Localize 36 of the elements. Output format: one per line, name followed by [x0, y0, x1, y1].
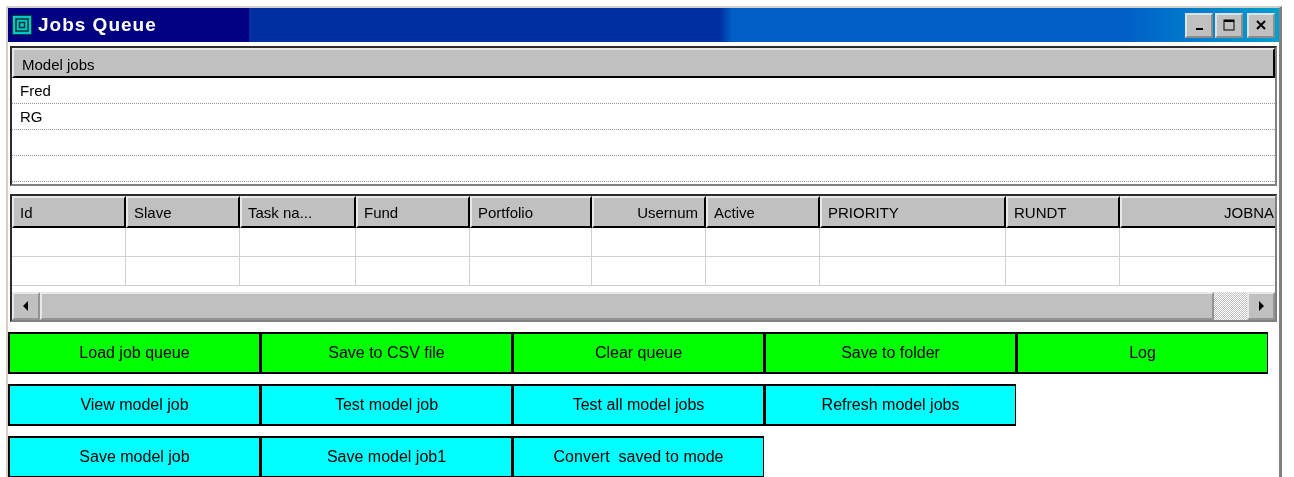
close-icon — [1255, 19, 1267, 31]
list-item[interactable]: RG — [20, 108, 43, 125]
column-header[interactable]: Slave — [126, 196, 240, 228]
minimize-icon — [1195, 28, 1203, 30]
scroll-right-button[interactable] — [1247, 292, 1275, 320]
app-icon — [12, 15, 32, 35]
action-button[interactable]: View model job — [8, 384, 260, 426]
action-button[interactable]: Load job queue — [8, 332, 260, 374]
column-header[interactable]: Usernum — [592, 196, 706, 228]
right-arrow-icon — [1257, 301, 1265, 311]
action-button[interactable]: Save model job — [8, 436, 260, 477]
action-button[interactable]: Save to folder — [764, 332, 1016, 374]
column-header[interactable]: PRIORITY — [820, 196, 1006, 228]
action-button[interactable]: Refresh model jobs — [764, 384, 1016, 426]
action-button[interactable]: Test model job — [260, 384, 512, 426]
column-header[interactable]: Portfolio — [470, 196, 592, 228]
action-button[interactable]: Save to CSV file — [260, 332, 512, 374]
column-header[interactable]: Model jobs — [12, 48, 1275, 78]
window-title: Jobs Queue — [38, 14, 157, 36]
scroll-left-button[interactable] — [12, 292, 40, 320]
action-button[interactable]: Save model job1 — [260, 436, 512, 477]
column-header[interactable]: Id — [12, 196, 126, 228]
column-header[interactable]: Fund — [356, 196, 470, 228]
column-header[interactable]: RUNDT — [1006, 196, 1120, 228]
maximize-icon — [1223, 19, 1235, 31]
action-button[interactable]: Test all model jobs — [512, 384, 764, 426]
action-button[interactable]: Clear queue — [512, 332, 764, 374]
list-item[interactable]: Fred — [20, 82, 51, 99]
action-button[interactable]: Convert saved to mode — [512, 436, 764, 477]
left-arrow-icon — [22, 301, 30, 311]
close-button[interactable] — [1247, 12, 1275, 38]
action-button[interactable]: Log — [1016, 332, 1268, 374]
column-header[interactable]: Active — [706, 196, 820, 228]
column-header[interactable]: JOBNA — [1120, 196, 1275, 228]
column-header[interactable]: Task na... — [240, 196, 356, 228]
maximize-button[interactable] — [1215, 12, 1243, 38]
